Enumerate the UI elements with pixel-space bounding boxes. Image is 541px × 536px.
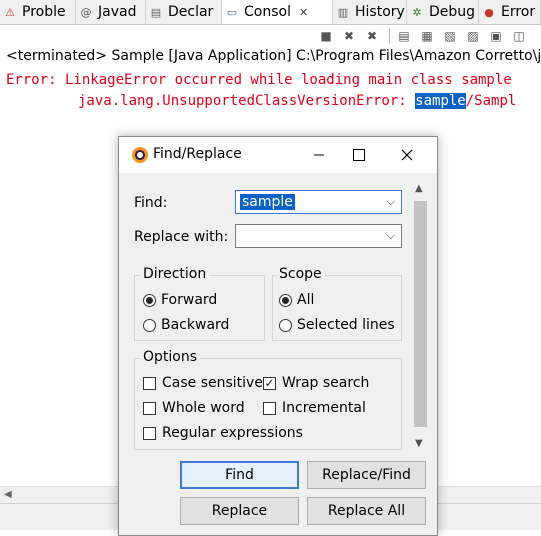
console-toolbar: ■ ✖ ✖ ▤ ▦ ▧ ▨ ▣ ◫ <box>316 26 532 46</box>
radio-icon <box>279 318 292 332</box>
find-label: Find: <box>134 195 168 211</box>
console-header: <terminated> Sample [Java Application] C… <box>6 48 541 64</box>
checkbox-icon <box>143 376 156 390</box>
backward-radio[interactable]: Backward <box>143 317 229 333</box>
word-wrap-icon[interactable]: ▧ <box>440 27 460 45</box>
find-replace-dialog: Find/Replace Find: sample ⌵ Replace with… <box>118 136 438 536</box>
tab-console[interactable]: ▭ Consol ✕ <box>222 0 333 24</box>
scope-all-label: All <box>297 292 315 308</box>
forward-radio[interactable]: Forward <box>143 292 217 308</box>
tab-debug[interactable]: ✲ Debug <box>407 0 479 24</box>
checkbox-icon <box>143 401 156 415</box>
replace-input[interactable]: ⌵ <box>235 224 402 248</box>
whole-word-checkbox[interactable]: Whole word <box>143 400 245 416</box>
tab-history[interactable]: ▥ History <box>333 0 407 24</box>
tab-label: Debug <box>429 4 476 20</box>
close-button[interactable] <box>387 141 427 169</box>
tab-label: Proble <box>22 4 66 20</box>
minimize-icon <box>314 154 324 156</box>
terminate-icon[interactable]: ■ <box>316 27 336 45</box>
minimize-button[interactable] <box>299 141 339 169</box>
close-icon <box>401 149 413 161</box>
pin-console-icon[interactable]: ▨ <box>463 27 483 45</box>
checkbox-checked-icon: ✓ <box>263 375 276 390</box>
selected-lines-radio[interactable]: Selected lines <box>279 317 395 333</box>
console-icon: ▭ <box>226 5 238 19</box>
tab-label: History <box>355 4 405 20</box>
selected-lines-label: Selected lines <box>297 317 395 333</box>
wrap-search-label: Wrap search <box>282 375 370 391</box>
wrap-search-checkbox[interactable]: ✓ Wrap search <box>263 375 369 391</box>
tab-javadoc[interactable]: @ Javad <box>76 0 146 24</box>
regular-expressions-label: Regular expressions <box>162 425 303 441</box>
eclipse-icon <box>132 147 148 163</box>
direction-label: Direction <box>140 266 210 282</box>
problems-icon: ⚠ <box>5 5 15 19</box>
chevron-down-icon[interactable]: ⌵ <box>387 195 395 209</box>
radio-selected-icon <box>279 293 292 307</box>
radio-icon <box>143 318 156 332</box>
scope-all-radio[interactable]: All <box>279 292 314 308</box>
view-tab-bar: ⚠ Proble @ Javad ▤ Declar ▭ Consol ✕ ▥ H… <box>0 0 541 25</box>
scrollbar-thumb[interactable] <box>414 201 427 427</box>
tab-label: Error <box>501 4 536 20</box>
incremental-label: Incremental <box>282 400 366 416</box>
case-sensitive-label: Case sensitive <box>162 375 263 391</box>
replace-find-button[interactable]: Replace/Find <box>307 461 426 489</box>
error-line-1: Error: LinkageError occurred while loadi… <box>6 72 512 88</box>
dialog-titlebar[interactable]: Find/Replace <box>119 137 437 173</box>
dialog-title: Find/Replace <box>153 146 242 162</box>
replace-label: Replace with: <box>134 229 229 245</box>
error-log-icon: ● <box>484 5 494 19</box>
replace-button[interactable]: Replace <box>180 497 299 525</box>
remove-all-icon[interactable]: ✖ <box>362 27 382 45</box>
options-label: Options <box>140 349 201 365</box>
error-line-2-prefix: java.lang.UnsupportedClassVersionError: <box>78 93 416 109</box>
error-line-2: java.lang.UnsupportedClassVersionError: … <box>78 93 516 109</box>
scope-label: Scope <box>276 266 325 282</box>
remove-launch-icon[interactable]: ✖ <box>339 27 359 45</box>
tab-declaration[interactable]: ▤ Declar <box>146 0 222 24</box>
find-input-value: sample <box>240 194 295 210</box>
chevron-down-icon[interactable]: ▼ <box>415 438 423 449</box>
chevron-down-icon[interactable]: ⌵ <box>387 229 395 243</box>
backward-label: Backward <box>161 317 230 333</box>
dialog-vertical-scrollbar[interactable]: ▲ ▼ <box>412 181 429 451</box>
tab-problems[interactable]: ⚠ Proble <box>0 0 76 24</box>
forward-label: Forward <box>161 292 218 308</box>
tab-label: Declar <box>168 4 214 20</box>
checkbox-icon <box>263 401 276 415</box>
scroll-lock-icon[interactable]: ▦ <box>417 27 437 45</box>
replace-all-button[interactable]: Replace All <box>307 497 426 525</box>
checkbox-icon <box>143 426 156 440</box>
maximize-icon <box>353 149 365 161</box>
radio-selected-icon <box>143 293 156 307</box>
display-console-icon[interactable]: ▣ <box>486 27 506 45</box>
javadoc-icon: @ <box>80 5 92 19</box>
tab-label: Consol <box>244 4 291 20</box>
maximize-button[interactable] <box>339 141 379 169</box>
error-line-2-suffix: /Sampl <box>465 93 517 109</box>
tab-error-log[interactable]: ● Error <box>479 0 541 24</box>
scroll-left-icon[interactable]: ◀ <box>4 489 12 500</box>
find-button[interactable]: Find <box>180 461 299 489</box>
open-console-icon[interactable]: ◫ <box>509 27 529 45</box>
tab-label: Javad <box>98 4 137 20</box>
history-icon: ▥ <box>337 5 349 19</box>
search-match-highlight: sample <box>415 93 466 109</box>
case-sensitive-checkbox[interactable]: Case sensitive <box>143 375 263 391</box>
clear-console-icon[interactable]: ▤ <box>394 27 414 45</box>
toolbar-separator <box>389 28 390 44</box>
chevron-up-icon[interactable]: ▲ <box>415 183 423 194</box>
incremental-checkbox[interactable]: Incremental <box>263 400 366 416</box>
close-icon[interactable]: ✕ <box>299 6 308 19</box>
regular-expressions-checkbox[interactable]: Regular expressions <box>143 425 303 441</box>
debug-icon: ✲ <box>412 5 422 19</box>
find-input[interactable]: sample ⌵ <box>235 190 402 214</box>
declaration-icon: ▤ <box>150 5 162 19</box>
whole-word-label: Whole word <box>162 400 245 416</box>
